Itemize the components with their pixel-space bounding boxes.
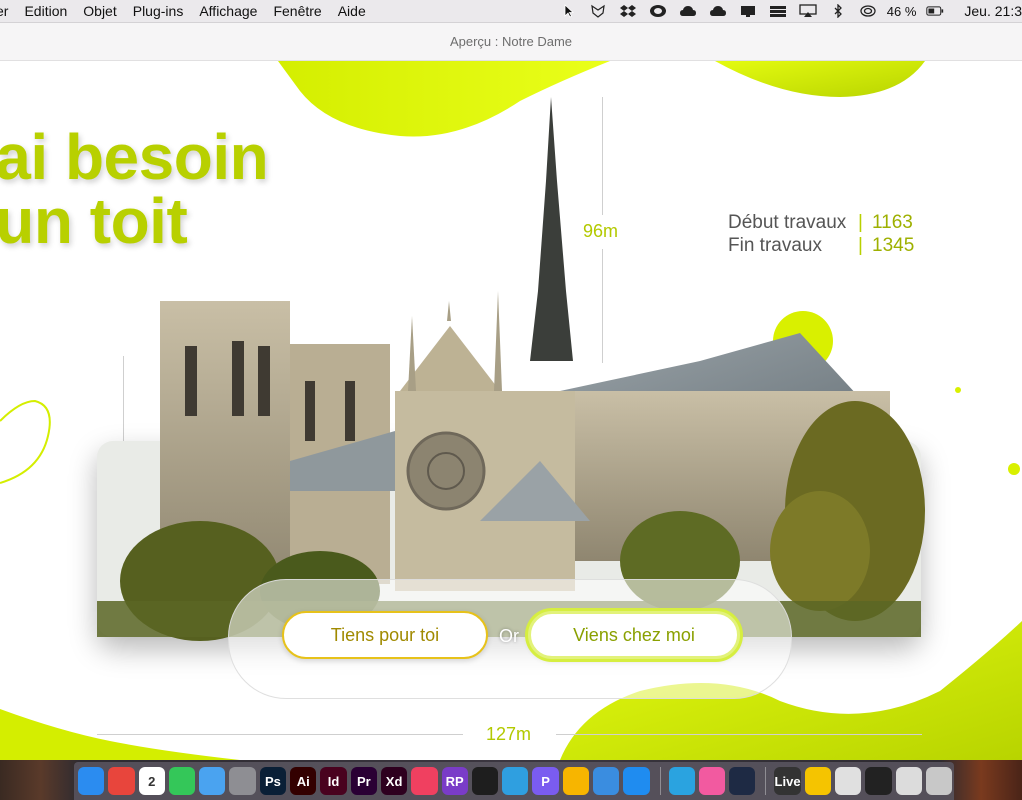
menu-item-affichage[interactable]: Affichage (191, 3, 265, 19)
creative-cloud-icon[interactable] (643, 0, 673, 22)
menu-clock[interactable]: Jeu. 21:3 (964, 3, 1022, 19)
card-icon[interactable] (593, 767, 620, 795)
menu-item-file[interactable]: er (0, 3, 16, 19)
battery-percent: 46 % (886, 3, 917, 19)
premiere-icon[interactable]: Pr (350, 767, 377, 795)
dock-separator (765, 767, 767, 795)
menu-item-fenetre[interactable]: Fenêtre (265, 3, 329, 19)
bluetooth-icon[interactable] (823, 0, 853, 22)
notes-icon[interactable] (804, 767, 831, 795)
viens-chez-moi-button[interactable]: Viens chez moi (528, 611, 740, 659)
photoshop-icon[interactable]: Ps (259, 767, 287, 795)
menu-item-edition[interactable]: Edition (16, 3, 75, 19)
dock-separator (659, 767, 661, 795)
rp-icon[interactable]: RP (441, 767, 468, 795)
window-icon[interactable] (895, 767, 922, 795)
doc-icon[interactable] (835, 767, 862, 795)
figma-icon[interactable] (471, 767, 499, 795)
telegram-icon[interactable] (668, 767, 695, 795)
trash-icon[interactable] (925, 767, 953, 795)
tiens-pour-toi-button[interactable]: Tiens pour toi (282, 611, 488, 659)
live-icon[interactable]: Live (774, 767, 801, 795)
p-icon[interactable]: P (532, 767, 559, 795)
spiral-icon[interactable] (853, 0, 883, 22)
quicktime-icon[interactable] (729, 767, 756, 795)
dock: 2 Ps Ai Id Pr Xd RP P Live (74, 762, 954, 800)
rose-window (406, 431, 486, 511)
xd-icon[interactable]: Xd (380, 767, 408, 795)
compass-icon[interactable] (502, 767, 529, 795)
menu-item-plugins[interactable]: Plug-ins (125, 3, 192, 19)
artboard-preview: ’ai besoin ’un toit Début travaux | 1163… (0, 61, 1022, 760)
menu-item-objet[interactable]: Objet (75, 3, 124, 19)
cursor-icon[interactable] (553, 0, 583, 22)
itunes-icon[interactable] (698, 767, 726, 795)
cloud-icon[interactable] (703, 0, 733, 22)
indesign-icon[interactable]: Id (320, 767, 347, 795)
screen-icon[interactable] (733, 0, 763, 22)
monitor-icon[interactable] (865, 767, 892, 795)
menu-item-aide[interactable]: Aide (330, 3, 374, 19)
messages-icon[interactable] (199, 767, 226, 795)
screenflow-icon[interactable] (411, 767, 438, 795)
fox-icon[interactable] (583, 0, 613, 22)
or-label: Or (499, 626, 519, 646)
airplay-icon[interactable] (793, 0, 823, 22)
spire (530, 97, 573, 361)
menu-bar: er Edition Objet Plug-ins Affichage Fenê… (0, 0, 1022, 23)
facetime-icon[interactable] (168, 767, 196, 795)
window-title-bar[interactable]: Aperçu : Notre Dame (0, 23, 1022, 61)
status-area: 46 % Jeu. 21:3 (553, 0, 1022, 22)
dropbox-icon[interactable] (613, 0, 643, 22)
sketch-icon[interactable] (562, 767, 590, 795)
cloud-icon[interactable] (673, 0, 703, 22)
battery-icon[interactable] (920, 0, 950, 22)
calendar-icon[interactable]: 2 (138, 767, 165, 795)
stack-icon[interactable] (763, 0, 793, 22)
bolt-icon[interactable] (623, 767, 650, 795)
chrome-icon[interactable] (108, 767, 135, 795)
finder-icon[interactable] (78, 767, 105, 795)
window-title: Aperçu : Notre Dame (449, 34, 573, 49)
illustrator-icon[interactable]: Ai (290, 767, 317, 795)
preferences-icon[interactable] (229, 767, 256, 795)
